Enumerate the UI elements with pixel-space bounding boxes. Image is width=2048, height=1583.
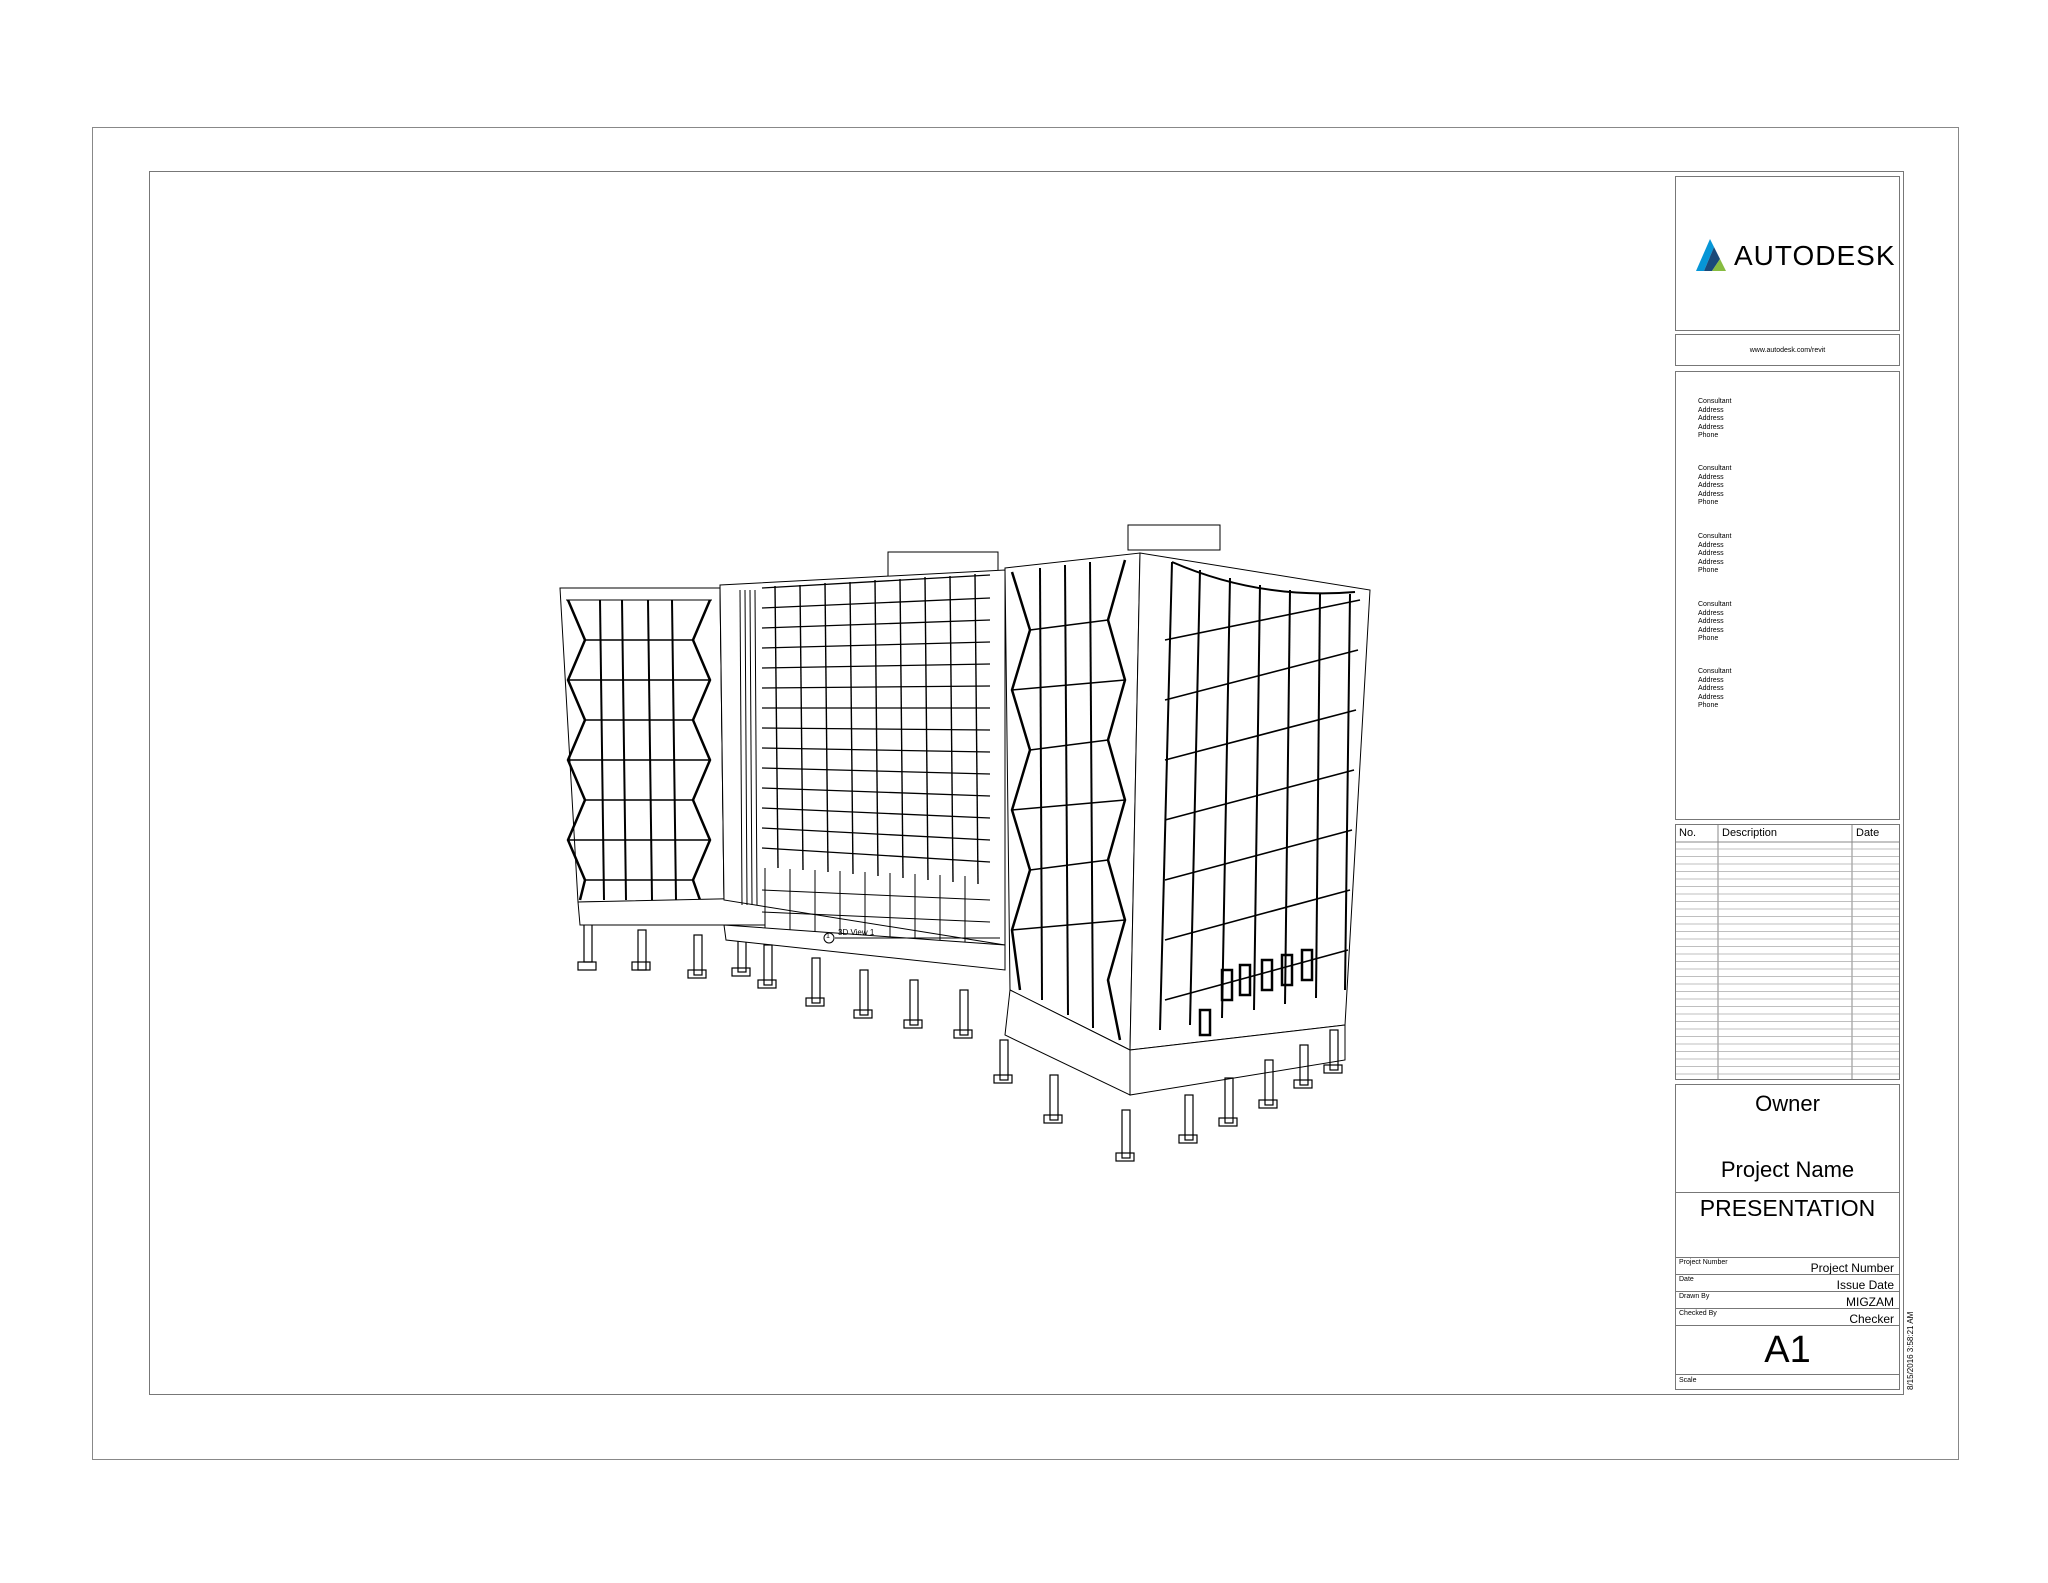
autodesk-wordmark: AUTODESK bbox=[1734, 240, 1896, 271]
sheet-number: A1 bbox=[1764, 1329, 1811, 1371]
field-date: Date Issue Date bbox=[1676, 1274, 1899, 1292]
consultant-block: Consultant Address Address Address Phone bbox=[1698, 668, 1732, 709]
revision-table: No. Description Date bbox=[1675, 824, 1900, 1080]
revision-grid bbox=[1676, 825, 1899, 1079]
owner-name: Owner bbox=[1755, 1091, 1820, 1116]
project-name: Project Name bbox=[1720, 1157, 1855, 1182]
consultant-block: Consultant Address Address Address Phone bbox=[1698, 465, 1732, 506]
right-block bbox=[993, 524, 1371, 1162]
field-project-number: Project Number Project Number bbox=[1676, 1257, 1899, 1275]
field-checked-by: Checked By Checker bbox=[1676, 1308, 1899, 1326]
autodesk-logo-icon bbox=[1696, 239, 1726, 271]
view-title: 3D View 1 bbox=[838, 928, 875, 937]
scale-label: Scale bbox=[1679, 1377, 1697, 1384]
consultants-panel: Consultant Address Address Address Phone Con… bbox=[1675, 371, 1900, 820]
consultant-block: Consultant Address Address Address Phone bbox=[1698, 601, 1732, 642]
consultant-block: Consultant Address Address Address Phone bbox=[1698, 533, 1732, 574]
website-label[interactable]: www.autodesk.com/revit bbox=[1675, 334, 1900, 366]
center-block bbox=[719, 551, 1006, 1039]
consultant-block: Consultant Address Address Address Phone bbox=[1698, 398, 1732, 439]
project-info-panel: Owner Project Name PRESENTATION Project … bbox=[1675, 1084, 1900, 1390]
field-drawn-by: Drawn By MIGZAM bbox=[1676, 1291, 1899, 1309]
sheet-name: PRESENTATION bbox=[1699, 1195, 1876, 1221]
logo-panel: AUTODESK bbox=[1675, 176, 1900, 331]
print-timestamp: 8/15/2016 3:58:21 AM bbox=[1906, 1311, 1915, 1390]
view-callout-number: 1 bbox=[826, 933, 830, 940]
